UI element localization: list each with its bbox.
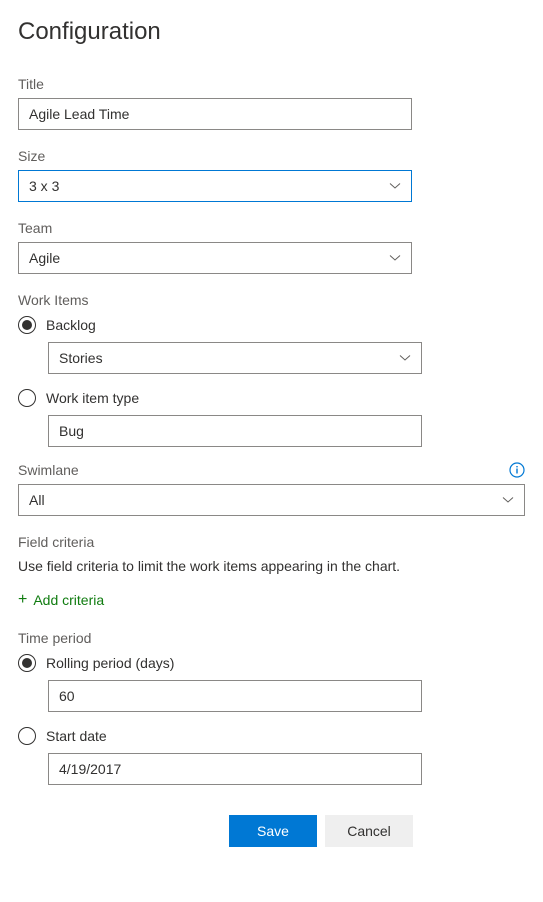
title-input[interactable] xyxy=(18,98,412,130)
field-criteria-helper: Use field criteria to limit the work ite… xyxy=(18,558,525,574)
work-item-type-radio[interactable] xyxy=(18,389,36,407)
backlog-select-value: Stories xyxy=(59,350,399,366)
rolling-period-radio[interactable] xyxy=(18,654,36,672)
cancel-button[interactable]: Cancel xyxy=(325,815,413,847)
chevron-down-icon xyxy=(399,352,411,364)
team-label: Team xyxy=(18,220,525,236)
add-criteria-button[interactable]: + Add criteria xyxy=(18,592,525,608)
size-select[interactable]: 3 x 3 xyxy=(18,170,412,202)
plus-icon: + xyxy=(18,592,27,608)
work-item-type-input[interactable] xyxy=(48,415,422,447)
backlog-radio[interactable] xyxy=(18,316,36,334)
chevron-down-icon xyxy=(502,494,514,506)
info-icon[interactable] xyxy=(509,462,525,478)
work-item-type-radio-label: Work item type xyxy=(46,390,139,406)
swimlane-select[interactable]: All xyxy=(18,484,525,516)
add-criteria-label: Add criteria xyxy=(33,592,104,608)
title-label: Title xyxy=(18,76,525,92)
chevron-down-icon xyxy=(389,252,401,264)
size-select-value: 3 x 3 xyxy=(29,178,389,194)
start-date-input[interactable] xyxy=(48,753,422,785)
size-label: Size xyxy=(18,148,525,164)
save-button[interactable]: Save xyxy=(229,815,317,847)
swimlane-label: Swimlane xyxy=(18,462,79,478)
page-title: Configuration xyxy=(18,18,525,46)
start-date-radio-label: Start date xyxy=(46,728,107,744)
work-items-heading: Work Items xyxy=(18,292,525,308)
time-period-heading: Time period xyxy=(18,630,525,646)
rolling-period-input[interactable] xyxy=(48,680,422,712)
backlog-select[interactable]: Stories xyxy=(48,342,422,374)
backlog-radio-label: Backlog xyxy=(46,317,96,333)
chevron-down-icon xyxy=(389,180,401,192)
rolling-period-radio-label: Rolling period (days) xyxy=(46,655,174,671)
team-select[interactable]: Agile xyxy=(18,242,412,274)
swimlane-select-value: All xyxy=(29,492,502,508)
field-criteria-heading: Field criteria xyxy=(18,534,525,550)
team-select-value: Agile xyxy=(29,250,389,266)
start-date-radio[interactable] xyxy=(18,727,36,745)
